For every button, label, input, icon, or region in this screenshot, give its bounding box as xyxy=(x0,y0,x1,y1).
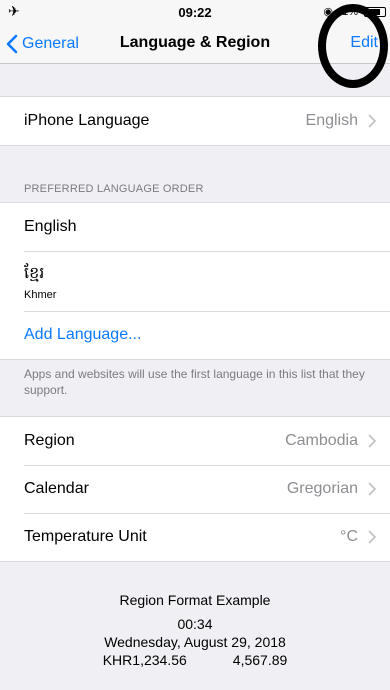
format-example-title: Region Format Example xyxy=(119,592,271,608)
chevron-right-icon xyxy=(368,530,376,544)
language-item-label: English xyxy=(24,218,77,235)
iphone-language-value: English xyxy=(305,112,358,129)
language-item-label: ខ្មែរ xyxy=(24,264,45,282)
calendar-value: Gregorian xyxy=(286,480,358,497)
add-language-button[interactable]: Add Language... xyxy=(24,326,141,344)
temperature-unit-label: Temperature Unit xyxy=(24,528,147,545)
language-item-khmer[interactable]: ខ្មែរ Khmer xyxy=(0,251,390,311)
temperature-unit-value: °C xyxy=(340,528,358,545)
add-language-row[interactable]: Add Language... xyxy=(0,311,390,359)
preferred-language-footer: Apps and websites will use the first lan… xyxy=(24,367,365,397)
edit-button[interactable]: Edit xyxy=(350,34,378,52)
iphone-language-group: iPhone Language English xyxy=(0,96,390,146)
chevron-right-icon xyxy=(368,482,376,496)
preferred-language-header: PREFERRED LANGUAGE ORDER xyxy=(24,183,204,195)
navigation-bar: General Language & Region Edit xyxy=(0,24,390,64)
chevron-right-icon xyxy=(368,114,376,128)
settings-screen: ✈ 09:22 ◉ 41% General Language & Region … xyxy=(0,0,390,690)
status-bar: ✈ 09:22 ◉ 41% xyxy=(0,0,390,24)
language-item-sublabel: Khmer xyxy=(24,288,57,301)
format-example-currency: KHR1,234.56 xyxy=(102,652,187,668)
preferred-language-group: English ខ្មែរ Khmer Add Language... xyxy=(0,202,390,360)
region-settings-group: Region Cambodia Calendar Gregorian Tempe… xyxy=(0,416,390,562)
page-title: Language & Region xyxy=(119,34,271,51)
region-row[interactable]: Region Cambodia xyxy=(0,417,390,465)
status-right-text: ◉ 41% xyxy=(323,6,358,18)
region-format-example: Region Format Example 00:34 Wednesday, A… xyxy=(0,592,390,668)
format-example-time: 00:34 xyxy=(177,616,213,632)
battery-icon xyxy=(364,7,386,17)
format-example-date: Wednesday, August 29, 2018 xyxy=(104,634,286,650)
language-item-english[interactable]: English xyxy=(0,203,390,251)
iphone-language-label: iPhone Language xyxy=(24,112,150,129)
calendar-label: Calendar xyxy=(24,480,89,497)
region-label: Region xyxy=(24,432,75,449)
temperature-unit-row[interactable]: Temperature Unit °C xyxy=(0,513,390,561)
iphone-language-row[interactable]: iPhone Language English xyxy=(0,97,390,145)
format-example-numbers: KHR1,234.56 4,567.89 xyxy=(0,652,390,668)
format-example-number: 4,567.89 xyxy=(232,652,288,668)
chevron-right-icon xyxy=(368,434,376,448)
calendar-row[interactable]: Calendar Gregorian xyxy=(0,465,390,513)
region-value: Cambodia xyxy=(285,432,358,449)
